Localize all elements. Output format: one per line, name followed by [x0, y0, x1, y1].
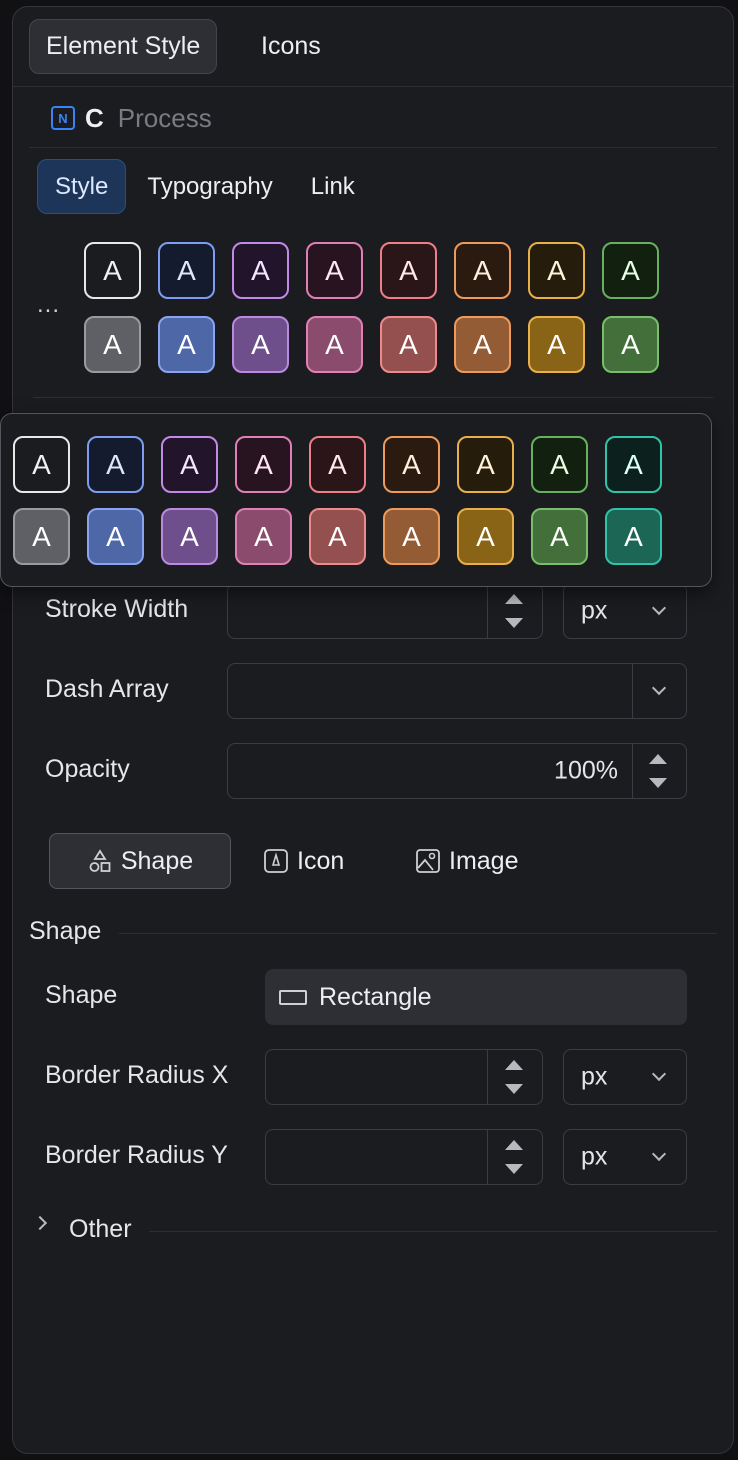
color-top-swatch[interactable]: A [528, 242, 585, 299]
tab-icons[interactable]: Icons [245, 19, 337, 74]
popup-bottom-swatch[interactable]: A [87, 508, 144, 565]
popup-bottom-swatch[interactable]: A [235, 508, 292, 565]
color-bottom-swatch[interactable]: A [84, 316, 141, 373]
popup-top-swatch[interactable]: A [13, 436, 70, 493]
color-top-swatch[interactable]: A [232, 242, 289, 299]
opacity-label: Opacity [45, 755, 130, 783]
color-bottom-swatch[interactable]: A [454, 316, 511, 373]
stroke-width-unit-select[interactable]: px [563, 583, 687, 639]
stroke-width-input[interactable] [227, 583, 543, 639]
shape-value: Rectangle [319, 982, 432, 1011]
popup-top-swatch[interactable]: A [531, 436, 588, 493]
divider [29, 147, 717, 148]
popup-bottom-swatch[interactable]: A [531, 508, 588, 565]
popup-bottom-swatch[interactable]: A [309, 508, 366, 565]
divider [33, 397, 713, 398]
select-separator [632, 664, 633, 718]
unit-label: px [581, 596, 608, 625]
subtab-link[interactable]: Link [294, 159, 372, 214]
color-bottom-swatch[interactable]: A [232, 316, 289, 373]
chevron-down-icon [651, 1146, 667, 1162]
icon-box-icon [264, 849, 288, 873]
shape-select[interactable]: Rectangle [265, 969, 687, 1025]
popup-bottom-swatch[interactable]: A [605, 508, 662, 565]
popup-top-swatch[interactable]: A [457, 436, 514, 493]
chevron-down-icon [651, 600, 667, 616]
section-divider [149, 1231, 717, 1232]
subtab-style[interactable]: Style [37, 159, 127, 214]
color-bottom-swatch[interactable]: A [602, 316, 659, 373]
rectangle-icon [279, 989, 307, 1005]
panel-tabbar: Element Style Icons [13, 7, 733, 87]
chevron-right-icon[interactable] [32, 1215, 48, 1231]
icon-kind-label: Icon [297, 846, 345, 875]
shape-label: Shape [45, 981, 118, 1009]
color-bottom-swatch[interactable]: A [158, 316, 215, 373]
color-top-swatch[interactable]: A [454, 242, 511, 299]
color-top-swatch[interactable]: A [306, 242, 363, 299]
node-letter: C [85, 102, 104, 133]
color-bottom-swatch[interactable]: A [380, 316, 437, 373]
shape-section-title: Shape [29, 917, 102, 945]
section-divider [119, 933, 717, 934]
style-panel: Element Style Icons N C Process Style Ty… [12, 6, 734, 1454]
stepper-icon[interactable] [648, 754, 668, 788]
color-top-swatch[interactable]: A [158, 242, 215, 299]
popup-top-swatch[interactable]: A [309, 436, 366, 493]
popup-bottom-swatch[interactable]: A [161, 508, 218, 565]
popup-top-swatch[interactable]: A [87, 436, 144, 493]
chevron-down-icon [651, 1066, 667, 1082]
popup-bottom-swatch[interactable]: A [457, 508, 514, 565]
node-type-icon: N [51, 106, 75, 130]
opacity-input[interactable]: 100% [227, 743, 687, 799]
dash-array-select[interactable] [227, 663, 687, 719]
more-icon[interactable]: ... [37, 291, 60, 319]
color-bottom-swatch[interactable]: A [528, 316, 585, 373]
tab-element-style[interactable]: Element Style [29, 19, 218, 74]
shapes-icon [89, 849, 111, 872]
breadcrumb: N C Process [51, 103, 212, 133]
image-kind-label: Image [449, 846, 519, 875]
color-top-swatch[interactable]: A [84, 242, 141, 299]
node-name: Process [117, 102, 212, 133]
color-top-swatch[interactable]: A [602, 242, 659, 299]
color-bottom-swatch[interactable]: A [306, 316, 363, 373]
spin-separator [487, 584, 488, 638]
stepper-icon[interactable] [504, 1140, 524, 1174]
border-radius-x-label: Border Radius X [45, 1061, 229, 1089]
border-radius-y-label: Border Radius Y [45, 1141, 228, 1169]
border-radius-x-unit-select[interactable]: px [563, 1049, 687, 1105]
image-icon [416, 849, 440, 873]
stepper-icon[interactable] [504, 1060, 524, 1094]
chevron-down-icon [651, 680, 667, 696]
dash-array-label: Dash Array [45, 675, 169, 703]
subtab-typography[interactable]: Typography [130, 159, 289, 214]
spin-separator [632, 744, 633, 798]
popup-bottom-swatch[interactable]: A [13, 508, 70, 565]
border-radius-y-unit-select[interactable]: px [563, 1129, 687, 1185]
unit-label: px [581, 1142, 608, 1171]
popup-top-swatch[interactable]: A [161, 436, 218, 493]
other-section-toggle[interactable]: Other [69, 1215, 132, 1244]
color-picker-popup: AAAAAAAAAAAAAAAAAA [0, 413, 712, 587]
color-top-swatch[interactable]: A [380, 242, 437, 299]
border-radius-y-input[interactable] [265, 1129, 543, 1185]
opacity-value: 100% [554, 756, 618, 785]
spin-separator [487, 1050, 488, 1104]
image-kind-button[interactable]: Image [415, 833, 518, 889]
border-radius-x-input[interactable] [265, 1049, 543, 1105]
unit-label: px [581, 1062, 608, 1091]
popup-top-swatch[interactable]: A [383, 436, 440, 493]
popup-top-swatch[interactable]: A [235, 436, 292, 493]
shape-kind-button[interactable]: Shape [49, 833, 231, 889]
spin-separator [487, 1130, 488, 1184]
icon-kind-button[interactable]: Icon [263, 833, 344, 889]
popup-top-swatch[interactable]: A [605, 436, 662, 493]
stroke-width-label: Stroke Width [45, 595, 189, 623]
popup-bottom-swatch[interactable]: A [383, 508, 440, 565]
stepper-icon[interactable] [504, 594, 524, 628]
style-subtabs: Style Typography Link [37, 159, 376, 214]
shape-kind-label: Shape [120, 846, 194, 875]
